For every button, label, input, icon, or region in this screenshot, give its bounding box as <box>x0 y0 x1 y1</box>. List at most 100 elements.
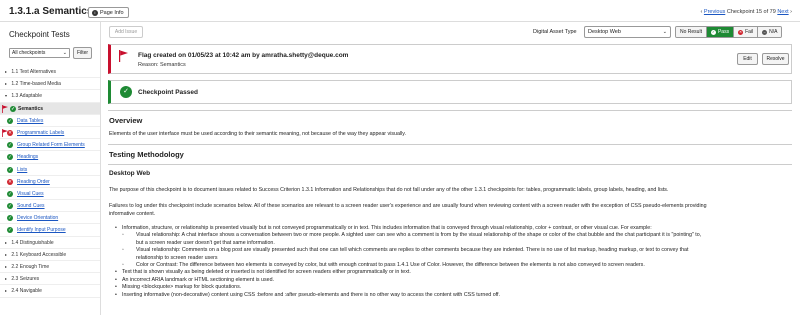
na-button[interactable]: – N/A <box>758 27 782 37</box>
overview-heading: Overview <box>109 116 143 125</box>
tree-item-text-alternatives[interactable]: ▸ 1.1 Text Alternatives <box>0 66 100 79</box>
pass-check-icon: ✓ <box>7 154 13 161</box>
previous-link[interactable]: Previous <box>704 9 725 15</box>
digital-asset-type-value: Desktop Web <box>588 29 621 35</box>
list-item: • An incorrect ARIA landmark or HTML sect… <box>115 277 785 284</box>
list-item-text: Text that is shown visually as being del… <box>122 269 411 276</box>
checkpoint-tree: ▸ 1.1 Text Alternatives ▸ 1.2 Time-based… <box>0 66 100 298</box>
tree-item-label: 1.3 Adaptable <box>11 93 42 100</box>
expand-arrow-icon: ▸ <box>5 239 8 245</box>
collapse-arrow-icon: ▾ <box>5 93 8 99</box>
tree-item-label: 2.4 Navigable <box>11 288 42 295</box>
failures-text-line1: Failures to log under this checkpoint in… <box>109 203 707 209</box>
tree-item-label: Group Related Form Elements <box>17 142 85 149</box>
fail-x-icon: ✕ <box>7 178 13 185</box>
tree-item-label: Data Tables <box>17 117 44 124</box>
tree-item-keyboard-accessible[interactable]: ▸ 2.1 Keyboard Accessible <box>0 249 100 261</box>
tree-item-seizures[interactable]: ▸ 2.3 Seizures <box>0 273 100 286</box>
tree-item-label: 1.4 Distinguishable <box>11 239 54 246</box>
bullet-icon: • <box>115 291 117 298</box>
next-link[interactable]: Next <box>777 9 788 15</box>
tree-item-distinguishable[interactable]: ▸ 1.4 Distinguishable <box>0 237 100 249</box>
pass-check-icon: ✓ <box>7 190 13 197</box>
pass-check-icon: ✓ <box>7 166 13 173</box>
result-button-group: No Result ✓ Pass ✕ Fail – N/A <box>675 26 783 38</box>
info-icon: i <box>92 9 98 16</box>
flag-reason: Reason: Semantics <box>138 62 186 68</box>
tree-item-label: Device Orientation <box>17 215 59 222</box>
tree-item-identify-input-purpose[interactable]: ✓ Identify Input Purpose <box>0 224 100 237</box>
tree-item-visual-cues[interactable]: ✓ Visual Cues <box>0 188 100 201</box>
tree-item-group-related-form-elements[interactable]: ✓ Group Related Form Elements <box>0 139 100 152</box>
tree-item-device-orientation[interactable]: ✓ Device Orientation <box>0 212 100 225</box>
flag-icon <box>119 50 128 62</box>
failures-text-line2: informative content. <box>109 211 156 217</box>
tree-item-label: Visual Cues <box>17 190 44 197</box>
list-item-text: Information, structure, or relationship … <box>122 225 652 231</box>
tree-item-label: 1.2 Time-based Media <box>11 81 61 88</box>
tree-item-semantics[interactable]: ✓ Semantics <box>0 102 100 115</box>
list-item: • Information, structure, or relationship… <box>115 225 785 232</box>
page-info-label: Page Info <box>100 9 124 16</box>
expand-arrow-icon: ▸ <box>5 69 8 74</box>
bullet-icon: ◦ <box>122 247 124 254</box>
pass-check-icon: ✓ <box>7 117 13 124</box>
testing-heading: Testing Methodology <box>109 150 184 159</box>
fail-button[interactable]: ✕ Fail <box>734 27 759 37</box>
na-label: N/A <box>769 29 778 35</box>
flag-icon <box>2 104 8 113</box>
edit-flag-button[interactable]: Edit <box>737 53 758 65</box>
tree-item-label: Programmatic Labels <box>17 129 65 136</box>
tree-item-label: Semantics <box>18 105 44 112</box>
page-info-button[interactable]: i Page Info <box>88 7 129 18</box>
check-icon: ✓ <box>710 29 716 35</box>
add-issue-button[interactable]: Add Issue <box>109 26 143 38</box>
expand-arrow-icon: ▸ <box>5 264 8 269</box>
tree-item-sound-cues[interactable]: ✓ Sound Cues <box>0 200 100 213</box>
tree-item-label: Sound Cues <box>17 203 45 210</box>
flag-card: Flag created on 01/05/23 at 10:42 am by … <box>108 44 792 74</box>
x-icon: ✕ <box>738 29 744 35</box>
tree-item-headings[interactable]: ✓ Headings <box>0 151 100 164</box>
checkpoint-filter-select[interactable]: All checkpoints ⌄ <box>9 48 70 58</box>
chevron-down-icon: ⌄ <box>662 29 667 35</box>
digital-asset-type-select[interactable]: Desktop Web ⌄ <box>584 26 671 38</box>
bullet-icon: • <box>115 269 117 276</box>
pass-check-icon: ✓ <box>7 142 13 149</box>
list-item: • Text that is shown visually as being de… <box>115 269 785 276</box>
expand-arrow-icon: ▸ <box>5 81 8 87</box>
tree-item-label: 1.1 Text Alternatives <box>11 69 57 75</box>
list-item-continuation: relationship to screen reader users <box>136 254 218 261</box>
bullet-icon: ◦ <box>122 232 124 239</box>
tree-item-label: Headings <box>17 154 39 161</box>
digital-asset-type-label: Digital Asset Type <box>533 29 577 35</box>
pass-label: Pass <box>717 29 730 35</box>
main-content: Flag created on 01/05/23 at 10:42 am by … <box>101 44 800 315</box>
tree-item-navigable[interactable]: ▸ 2.4 Navigable <box>0 285 100 298</box>
pass-check-icon: ✓ <box>7 203 13 210</box>
flag-title: Flag created on 01/05/23 at 10:42 am by … <box>138 52 349 59</box>
no-result-button[interactable]: No Result <box>676 27 707 37</box>
checkpoint-counter: Checkpoint 15 of 79 <box>726 9 776 15</box>
filter-select-value: All checkpoints <box>12 50 46 56</box>
overview-text: Elements of the user interface must be u… <box>109 131 406 137</box>
pass-button[interactable]: ✓ Pass <box>706 27 735 37</box>
expand-arrow-icon: ▸ <box>5 251 8 257</box>
tree-item-label: 2.1 Keyboard Accessible <box>11 251 67 258</box>
filter-button[interactable]: Filter <box>73 47 92 59</box>
tree-item-adaptable[interactable]: ▾ 1.3 Adaptable <box>0 90 100 103</box>
tree-item-enough-time[interactable]: ▸ 2.2 Enough Time <box>0 261 100 274</box>
tree-item-time-based-media[interactable]: ▸ 1.2 Time-based Media <box>0 78 100 91</box>
checkpoint-status-label: Checkpoint Passed <box>138 89 198 96</box>
sub-list-item: ◦ Color or Contrast: The difference betwe… <box>115 262 785 269</box>
tree-item-label: 2.3 Seizures <box>11 276 40 283</box>
pass-check-icon: ✓ <box>10 105 16 112</box>
sub-list-item: ◦ Visual relationship: Comments on a blog… <box>115 247 785 254</box>
tree-item-programmatic-labels[interactable]: ✕ Programmatic Labels <box>0 127 100 140</box>
top-bar: 1.3.1.a Semantics i Page Info ‹ Previous… <box>0 0 800 22</box>
bullet-icon: • <box>115 284 117 291</box>
resolve-flag-button[interactable]: Resolve <box>762 53 789 65</box>
tree-item-reading-order[interactable]: ✕ Reading Order <box>0 176 100 188</box>
tree-item-lists[interactable]: ✓ Lists <box>0 164 100 176</box>
tree-item-data-tables[interactable]: ✓ Data Tables <box>0 115 100 127</box>
